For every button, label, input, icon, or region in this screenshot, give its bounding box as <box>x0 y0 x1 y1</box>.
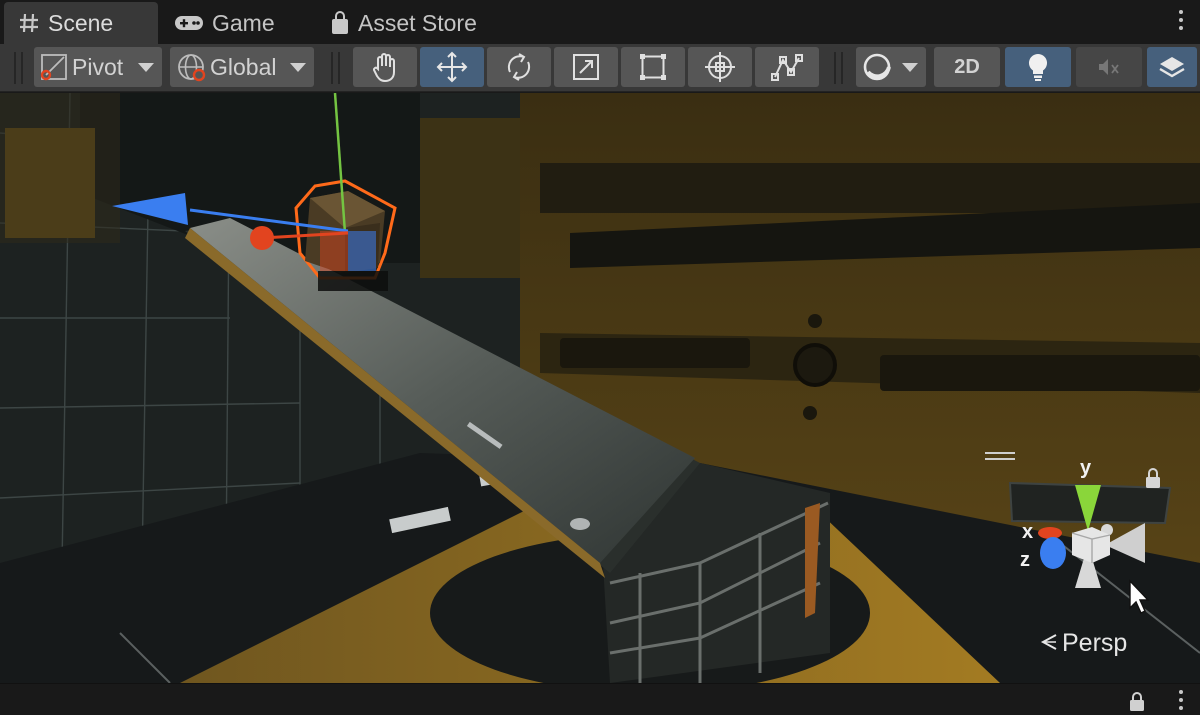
grid-hash-icon <box>18 12 40 34</box>
global-label: Global <box>210 53 277 80</box>
rect-tool-button[interactable] <box>621 47 685 87</box>
global-dropdown[interactable]: Global <box>170 47 314 87</box>
projection-toggle[interactable]: Persp <box>1040 628 1127 659</box>
scene-toolbar: Pivot Global 2D <box>0 44 1200 92</box>
rect-tool-icon <box>637 51 669 83</box>
custom-editor-tool-icon <box>770 52 804 82</box>
gizmo-y-label[interactable]: y <box>1080 457 1091 480</box>
rotate-tool-button[interactable] <box>487 47 551 87</box>
more-options-icon[interactable] <box>1178 10 1184 34</box>
hand-tool-icon <box>370 51 400 83</box>
transform-tool-button[interactable] <box>688 47 752 87</box>
lightbulb-icon <box>1026 52 1050 82</box>
tab-game-label: Game <box>212 9 275 36</box>
pivot-dropdown[interactable]: Pivot <box>34 47 162 87</box>
hand-tool-button[interactable] <box>353 47 417 87</box>
chevron-down-icon <box>138 63 154 72</box>
chevron-down-icon <box>902 63 918 72</box>
pivot-icon <box>40 53 68 81</box>
scale-tool-button[interactable] <box>554 47 618 87</box>
tab-scene-label: Scene <box>48 9 114 36</box>
toolbar-grip[interactable] <box>14 52 23 84</box>
move-tool-icon <box>435 50 469 84</box>
chevron-left-icon <box>1040 628 1058 659</box>
shopping-bag-icon <box>330 11 350 35</box>
projection-label: Persp <box>1062 629 1128 657</box>
tab-game[interactable]: Game <box>160 2 310 44</box>
tab-scene[interactable]: Scene <box>4 2 158 44</box>
window-tab-bar: Scene Game Asset Store <box>0 0 1200 44</box>
globe-icon <box>176 52 206 82</box>
toolbar-grip[interactable] <box>331 52 340 84</box>
lighting-toggle-button[interactable] <box>1005 47 1071 87</box>
gizmo-z-label[interactable]: z <box>1020 549 1030 572</box>
audio-toggle-button[interactable] <box>1076 47 1142 87</box>
scene-viewport[interactable]: y x z Persp <box>0 93 1200 683</box>
status-bar <box>0 683 1200 715</box>
2d-toggle-button[interactable]: 2D <box>934 47 1000 87</box>
tab-asset-store[interactable]: Asset Store <box>316 2 506 44</box>
scale-tool-icon <box>570 51 602 83</box>
custom-editor-tool-button[interactable] <box>755 47 819 87</box>
gamepad-icon <box>174 13 204 33</box>
shading-sphere-icon <box>862 52 892 82</box>
scene-render[interactable] <box>0 93 1200 683</box>
toolbar-grip[interactable] <box>834 52 843 84</box>
2d-label: 2D <box>954 55 980 78</box>
gizmo-x-label[interactable]: x <box>1022 521 1033 544</box>
effects-toggle-button[interactable] <box>1147 47 1197 87</box>
chevron-down-icon <box>290 63 306 72</box>
lock-icon[interactable] <box>1128 692 1146 715</box>
pivot-label: Pivot <box>72 53 124 80</box>
move-tool-button[interactable] <box>420 47 484 87</box>
layers-effects-icon <box>1158 53 1186 81</box>
tab-asset-store-label: Asset Store <box>358 9 477 36</box>
rotate-tool-icon <box>502 50 536 84</box>
speaker-mute-icon <box>1096 55 1122 79</box>
more-options-icon[interactable] <box>1178 690 1184 714</box>
transform-tool-icon <box>703 50 737 84</box>
shading-mode-dropdown[interactable] <box>856 47 926 87</box>
